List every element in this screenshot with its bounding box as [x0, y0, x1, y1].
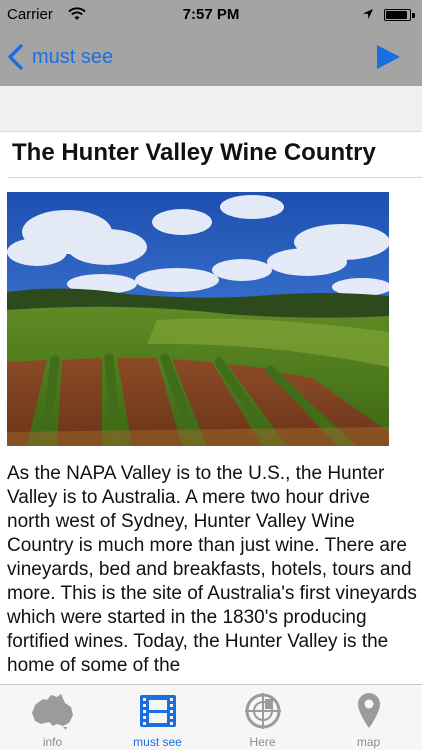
battery-icon [384, 9, 411, 21]
battery-tip [412, 13, 415, 18]
tab-must-see-label: must see [133, 735, 182, 749]
film-strip-icon [139, 695, 176, 727]
tab-info-label: info [42, 735, 63, 749]
australia-map-icon [31, 694, 73, 730]
vineyard-photo [7, 192, 389, 446]
status-time: 7:57 PM [182, 6, 240, 23]
header-band [0, 86, 422, 132]
tab-bar: info must see Here map [0, 684, 422, 750]
article-title: The Hunter Valley Wine Country [12, 139, 376, 166]
play-forward-icon[interactable] [373, 42, 403, 72]
tab-map[interactable]: map [315, 685, 422, 750]
tab-map-label: map [356, 735, 381, 749]
title-divider [8, 177, 422, 178]
battery-level [386, 11, 407, 19]
back-button-label: must see [32, 45, 114, 68]
navigation-bar: must see [0, 30, 422, 86]
tab-here-label: Here [249, 735, 276, 749]
location-arrow-icon [363, 9, 373, 19]
tab-here[interactable]: Here [210, 685, 315, 750]
back-button[interactable]: must see [6, 40, 113, 74]
crosshair-target-icon [244, 693, 281, 729]
tab-must-see[interactable]: must see [105, 685, 210, 750]
top-bar: Carrier 7:57 PM must see [0, 0, 422, 86]
tab-info[interactable]: info [0, 685, 105, 750]
status-bar: Carrier 7:57 PM [0, 0, 422, 30]
map-pin-icon [357, 693, 380, 728]
article-body: As the NAPA Valley is to the U.S., the H… [7, 463, 417, 676]
chevron-left-icon [8, 44, 23, 70]
